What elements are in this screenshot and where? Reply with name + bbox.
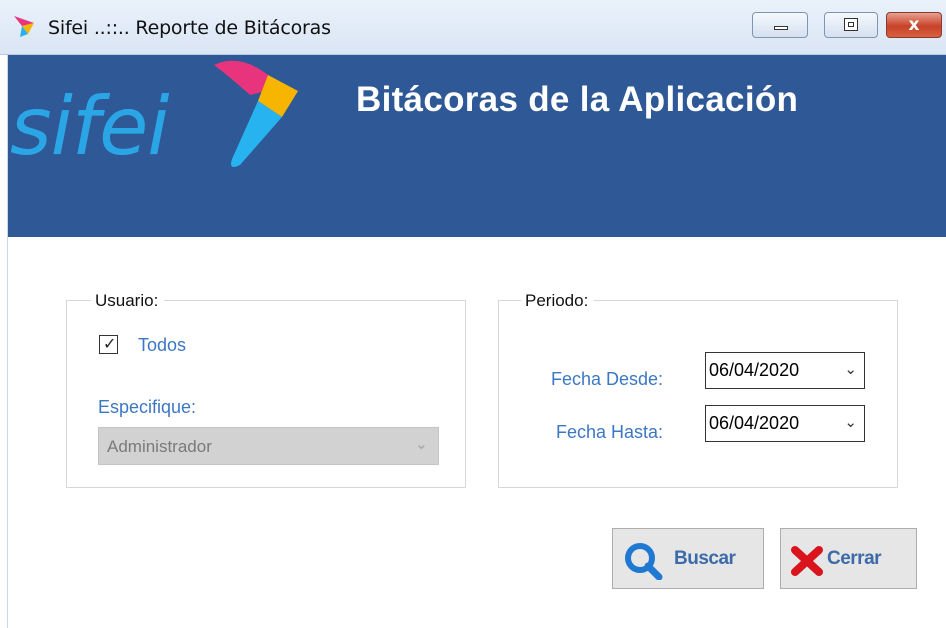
window-title: Sifei ..::.. Reporte de Bitácoras [48, 17, 331, 39]
page-title: Bitácoras de la Aplicación [356, 80, 799, 119]
user-select-value: Administrador [107, 437, 212, 456]
fecha-hasta-label: Fecha Hasta: [556, 422, 664, 442]
chevron-down-icon: ⌄ [414, 434, 428, 453]
minimize-button[interactable] [752, 12, 808, 38]
sifei-logo: sifei [10, 80, 170, 173]
periodo-legend: Periodo: [521, 291, 595, 311]
fecha-hasta-picker[interactable]: 06/04/2020 ⌄ [705, 405, 865, 442]
especifique-label: Especifique: [98, 397, 197, 417]
sifei-logo-mark-icon [214, 60, 298, 167]
user-select[interactable]: Administrador ⌄ [98, 427, 439, 465]
cerrar-label: Cerrar [827, 548, 882, 569]
maximize-button[interactable] [824, 12, 878, 38]
close-x-icon [791, 546, 823, 576]
usuario-group: Usuario: ✓ Todos Especifique: Administra… [66, 291, 466, 488]
usuario-legend: Usuario: [91, 291, 165, 311]
maximize-icon [844, 18, 858, 31]
close-icon: x [908, 15, 920, 35]
cerrar-button[interactable]: Cerrar [780, 528, 917, 589]
fecha-hasta-value: 06/04/2020 [709, 413, 800, 433]
todos-label[interactable]: Todos [138, 335, 186, 356]
fecha-desde-label: Fecha Desde: [551, 369, 664, 389]
chevron-down-icon[interactable]: ⌄ [844, 413, 857, 431]
checkmark-icon: ✓ [103, 334, 117, 353]
fecha-desde-value: 06/04/2020 [709, 360, 800, 380]
buscar-label: Buscar [674, 548, 736, 569]
app-logo-icon [14, 16, 34, 37]
chevron-down-icon[interactable]: ⌄ [844, 360, 857, 378]
search-icon [625, 543, 663, 580]
todos-checkbox[interactable]: ✓ [99, 334, 118, 354]
minimize-icon [774, 26, 788, 30]
fecha-desde-picker[interactable]: 06/04/2020 ⌄ [705, 352, 865, 389]
periodo-group: Periodo: Fecha Desde: 06/04/2020 ⌄ Fecha… [498, 291, 898, 488]
buscar-button[interactable]: Buscar [612, 528, 764, 589]
window-left-border [0, 55, 8, 628]
title-bar[interactable]: Sifei ..::.. Reporte de Bitácoras x [0, 0, 946, 55]
close-window-button[interactable]: x [886, 12, 942, 38]
